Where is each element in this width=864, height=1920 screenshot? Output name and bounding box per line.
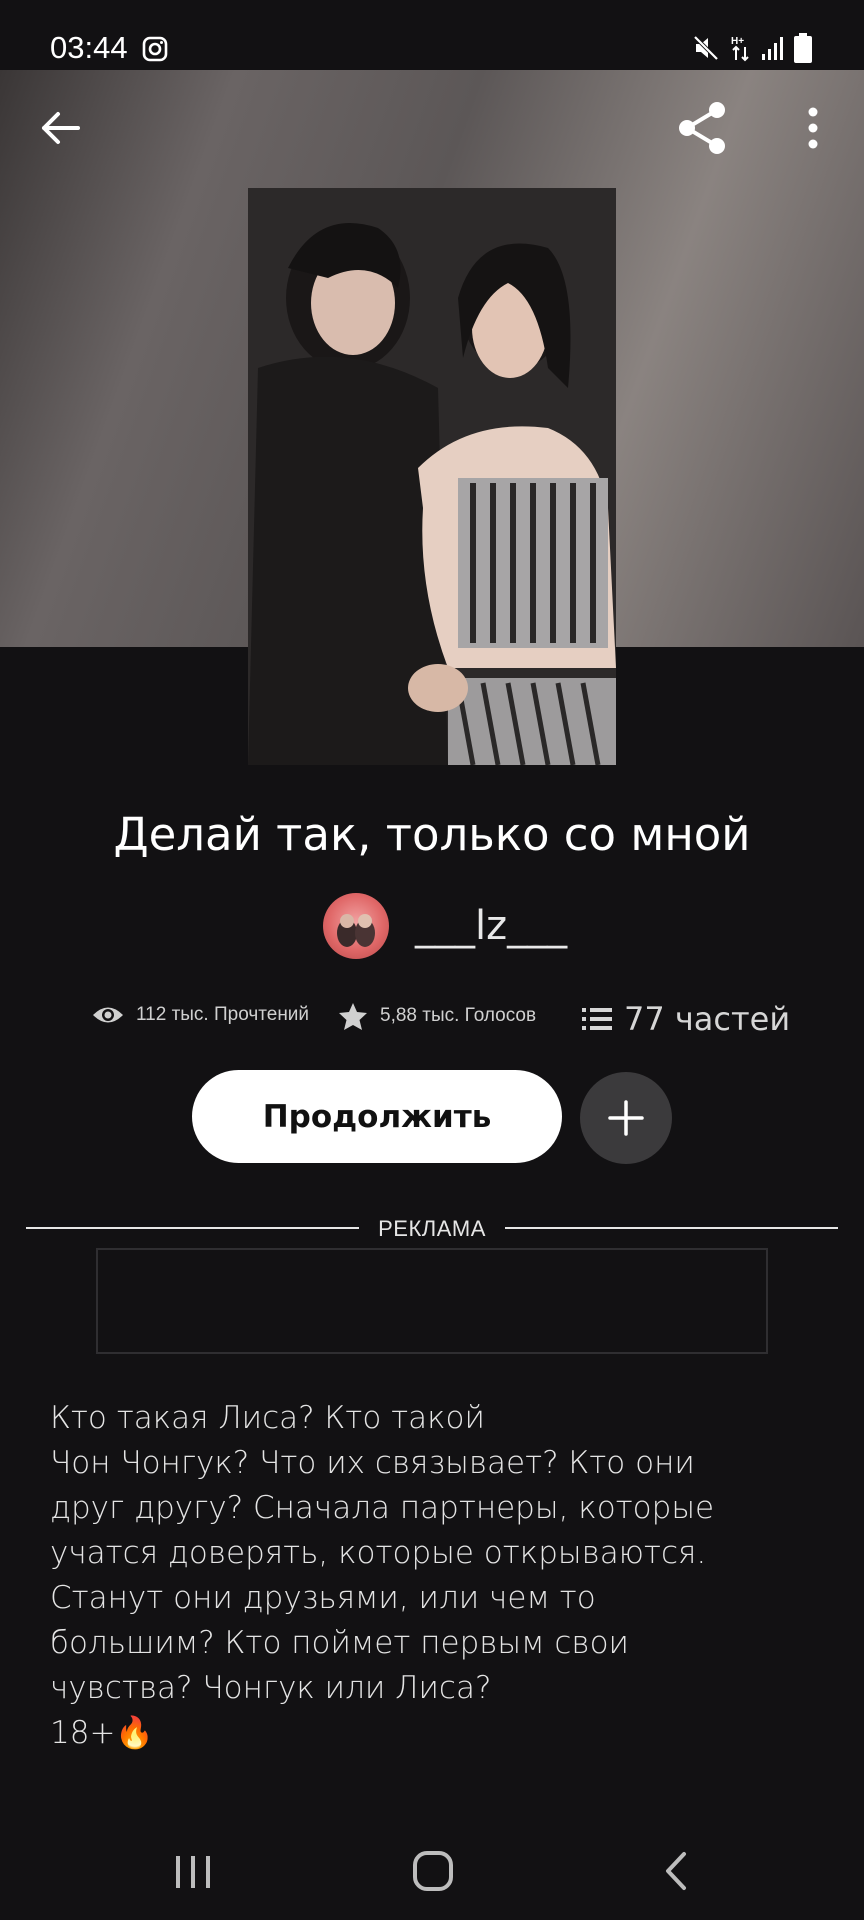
more-vertical-icon[interactable] (796, 104, 830, 154)
recent-apps-icon[interactable] (170, 1852, 216, 1892)
instagram-icon (142, 36, 168, 62)
ad-divider-left (26, 1227, 359, 1229)
home-icon[interactable] (412, 1850, 454, 1892)
votes-count: 5,88 тыс. Голосов (380, 1005, 537, 1026)
author-avatar[interactable] (323, 893, 389, 959)
mobile-data-icon: H+ (731, 36, 749, 62)
plus-icon (608, 1100, 644, 1136)
author-row[interactable]: ___lz___ (323, 893, 567, 959)
add-to-library-button[interactable] (580, 1072, 672, 1164)
reads-stat: 112 тыс. Прочтений (92, 1004, 309, 1026)
reads-count: 112 тыс. Прочтений (136, 1004, 310, 1025)
continue-reading-button[interactable]: Продолжить (192, 1070, 562, 1163)
ad-divider-right (505, 1227, 838, 1229)
list-icon (582, 1008, 612, 1030)
battery-icon (794, 33, 812, 63)
story-cover[interactable] (248, 188, 616, 765)
svg-text:H+: H+ (731, 36, 744, 47)
story-description: Кто такая Лиса? Кто такой Чон Чонгук? Чт… (50, 1400, 715, 1751)
signal-icon (762, 37, 783, 60)
system-nav-bar (0, 1822, 864, 1920)
mute-icon (693, 35, 719, 61)
ad-label: РЕКЛАМА (378, 1216, 486, 1241)
back-arrow-icon[interactable] (38, 106, 82, 150)
status-bar: 03:44 H+ (0, 0, 864, 70)
star-icon (339, 1003, 367, 1030)
ad-banner[interactable] (96, 1248, 768, 1354)
votes-stat: 5,88 тыс. Голосов (338, 1002, 536, 1030)
eye-icon (93, 1007, 123, 1023)
story-stats: 112 тыс. Прочтений 5,88 тыс. Голосов 77 … (0, 1000, 864, 1040)
share-icon[interactable] (676, 100, 730, 156)
parts-stat[interactable]: 77 частей (582, 1000, 790, 1038)
back-icon[interactable] (660, 1850, 692, 1892)
author-name[interactable]: ___lz___ (415, 903, 567, 949)
parts-count[interactable]: 77 частей (624, 1000, 790, 1038)
story-title: Делай так, только со мной (113, 808, 751, 861)
status-time: 03:44 (50, 30, 128, 65)
cover-illustration (248, 188, 616, 765)
